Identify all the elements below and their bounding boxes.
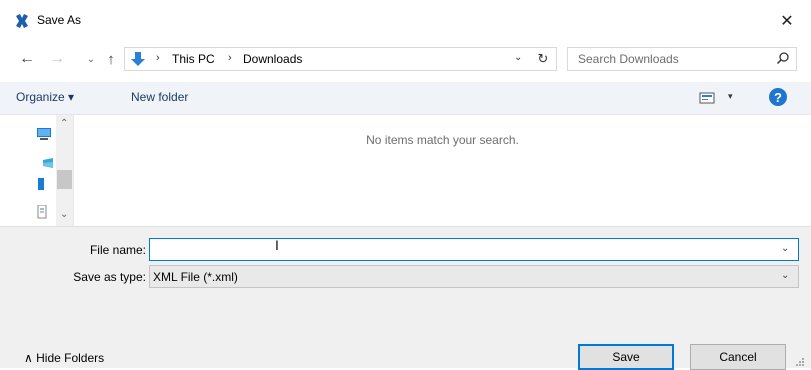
save-as-type-value: XML File (*.xml): [153, 270, 238, 284]
window-title: Save As: [37, 13, 82, 27]
file-name-input[interactable]: [149, 238, 799, 261]
breadcrumb-separator: ›: [156, 52, 160, 64]
text-cursor-icon: I: [275, 237, 279, 253]
breadcrumb-downloads[interactable]: Downloads: [243, 52, 302, 66]
computer-icon[interactable]: [36, 127, 52, 141]
close-button[interactable]: ✕: [771, 8, 803, 34]
back-button[interactable]: ←: [16, 48, 38, 70]
forward-button[interactable]: →: [46, 48, 68, 70]
view-dropdown-icon[interactable]: ▾: [728, 91, 733, 102]
file-name-dropdown-icon[interactable]: ⌄: [781, 243, 789, 254]
search-icon[interactable]: [776, 51, 790, 65]
view-options-icon[interactable]: [699, 91, 715, 105]
breadcrumb-separator: ›: [228, 52, 232, 64]
save-as-type-select[interactable]: [149, 265, 799, 288]
save-button[interactable]: Save: [578, 344, 674, 370]
breadcrumb-this-pc[interactable]: This PC: [172, 52, 215, 66]
cloud-icon[interactable]: [40, 156, 56, 170]
resize-grip-icon[interactable]: [795, 357, 805, 367]
app-logo-icon: [16, 14, 28, 28]
scrollbar-thumb[interactable]: [57, 170, 72, 189]
hide-folders-button[interactable]: ∧ Hide Folders: [24, 351, 104, 365]
file-name-label: File name:: [89, 243, 146, 257]
downloads-arrow-icon: [131, 52, 145, 66]
title-bar: [0, 0, 811, 36]
up-button[interactable]: ↑: [100, 48, 122, 70]
organize-button[interactable]: Organize ▾: [16, 90, 74, 104]
scroll-down-icon[interactable]: ⌄: [60, 209, 68, 220]
command-bar: [0, 82, 811, 115]
address-dropdown-icon[interactable]: ⌄: [514, 52, 522, 63]
recent-locations-button[interactable]: ⌄: [84, 48, 98, 70]
new-folder-button[interactable]: New folder: [131, 90, 188, 104]
blue-folder-icon[interactable]: [36, 177, 52, 191]
help-icon[interactable]: ?: [769, 88, 787, 106]
cancel-button[interactable]: Cancel: [690, 344, 786, 370]
save-as-type-dropdown-icon[interactable]: ⌄: [781, 270, 789, 281]
save-as-type-label: Save as type:: [73, 270, 146, 284]
file-list[interactable]: No items match your search.: [74, 115, 811, 226]
scroll-up-icon[interactable]: ⌃: [60, 118, 68, 129]
empty-message: No items match your search.: [366, 133, 519, 147]
document-icon[interactable]: [36, 205, 52, 219]
refresh-icon[interactable]: ↻: [534, 49, 552, 69]
search-placeholder: Search Downloads: [578, 52, 679, 66]
